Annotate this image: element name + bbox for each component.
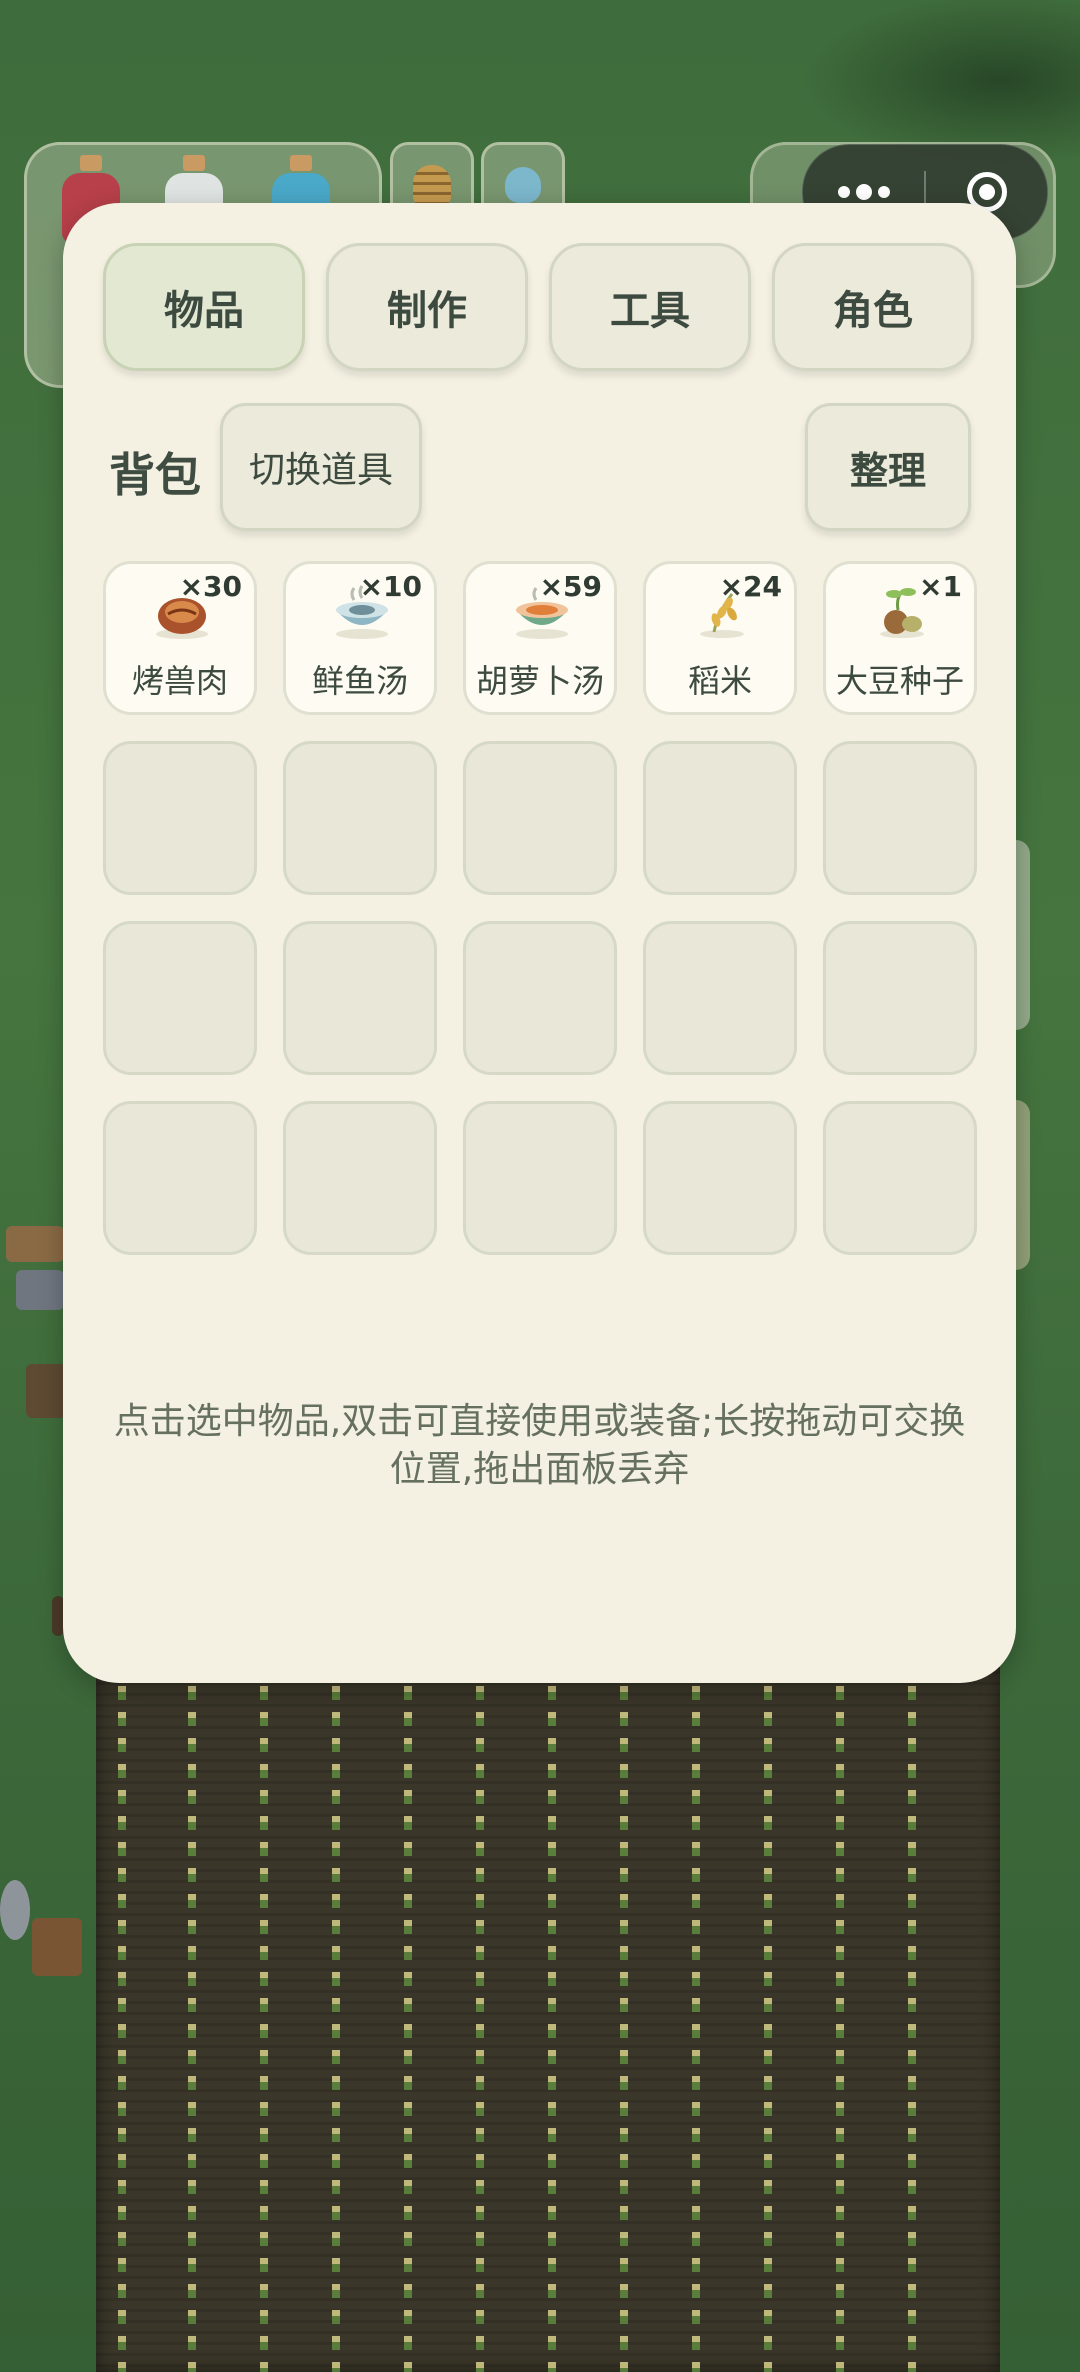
- more-dots-icon: [877, 186, 890, 198]
- inventory-slot[interactable]: ×59 胡萝卜汤: [463, 561, 617, 715]
- inventory-slot[interactable]: ×24 稻米: [643, 561, 797, 715]
- fence: [26, 1364, 66, 1418]
- empty-inventory-slot[interactable]: [823, 1101, 977, 1255]
- crop-row: [404, 1660, 412, 2372]
- more-dots-icon: [855, 184, 872, 200]
- item-name: 胡萝卜汤: [475, 662, 604, 700]
- table: [16, 1270, 64, 1310]
- inventory-slot[interactable]: ×1 大豆种子: [823, 561, 977, 715]
- crop-row: [118, 1660, 126, 2372]
- more-dots-icon: [837, 186, 850, 198]
- farm-field: [96, 1660, 1000, 2372]
- sort-button[interactable]: 整理: [805, 403, 971, 531]
- wooden-crate: [32, 1918, 82, 1976]
- empty-inventory-slot[interactable]: [463, 741, 617, 895]
- empty-inventory-slot[interactable]: [463, 1101, 617, 1255]
- item-name: 稻米: [687, 662, 752, 700]
- empty-inventory-slot[interactable]: [103, 1101, 257, 1255]
- inventory-slot[interactable]: ×30 烤兽肉: [103, 561, 257, 715]
- item-name: 鲜鱼汤: [311, 662, 408, 700]
- empty-inventory-slot[interactable]: [643, 741, 797, 895]
- empty-inventory-slot[interactable]: [643, 921, 797, 1075]
- empty-inventory-slot[interactable]: [823, 921, 977, 1075]
- empty-inventory-slot[interactable]: [283, 921, 437, 1075]
- crop-row: [188, 1660, 196, 2372]
- item-name: 大豆种子: [835, 662, 964, 700]
- crop-row: [764, 1660, 772, 2372]
- item-quantity: ×10: [359, 570, 422, 603]
- item-quantity: ×30: [179, 570, 242, 603]
- tab-items[interactable]: 物品: [103, 243, 305, 371]
- empty-inventory-slot[interactable]: [823, 741, 977, 895]
- tab-character[interactable]: 角色: [772, 243, 974, 371]
- empty-inventory-slot[interactable]: [103, 741, 257, 895]
- switch-tool-button[interactable]: 切换道具: [220, 403, 422, 531]
- empty-inventory-slot[interactable]: [103, 921, 257, 1075]
- beehive-icon: [413, 165, 451, 205]
- crop-row: [908, 1660, 916, 2372]
- empty-inventory-slot[interactable]: [643, 1101, 797, 1255]
- tab-tools[interactable]: 工具: [549, 243, 751, 371]
- inventory-slot[interactable]: ×10 鲜鱼汤: [283, 561, 437, 715]
- empty-inventory-slot[interactable]: [463, 921, 617, 1075]
- item-quantity: ×1: [919, 570, 962, 603]
- water-icon: [505, 167, 541, 203]
- crop-row: [620, 1660, 628, 2372]
- empty-inventory-slot[interactable]: [283, 741, 437, 895]
- empty-inventory-slot[interactable]: [283, 1101, 437, 1255]
- crop-row: [260, 1660, 268, 2372]
- crop-row: [332, 1660, 340, 2372]
- backpack-title: 背包: [109, 448, 201, 502]
- tab-crafting[interactable]: 制作: [326, 243, 528, 371]
- rock: [0, 1880, 30, 1940]
- wooden-bench: [6, 1226, 64, 1262]
- usage-hint: 点击选中物品,双击可直接使用或装备;长按拖动可交换位置,拖出面板丢弃: [113, 1401, 966, 1490]
- inventory-panel: 物品 制作 工具 角色 背包 切换道具 整理 ×30 烤兽肉 ×10 鲜鱼汤 ×…: [63, 203, 1016, 1683]
- item-quantity: ×59: [539, 570, 602, 603]
- item-name: 烤兽肉: [131, 662, 228, 700]
- crop-row: [692, 1660, 700, 2372]
- crop-row: [836, 1660, 844, 2372]
- crop-row: [476, 1660, 484, 2372]
- crop-row: [548, 1660, 556, 2372]
- item-quantity: ×24: [719, 570, 782, 603]
